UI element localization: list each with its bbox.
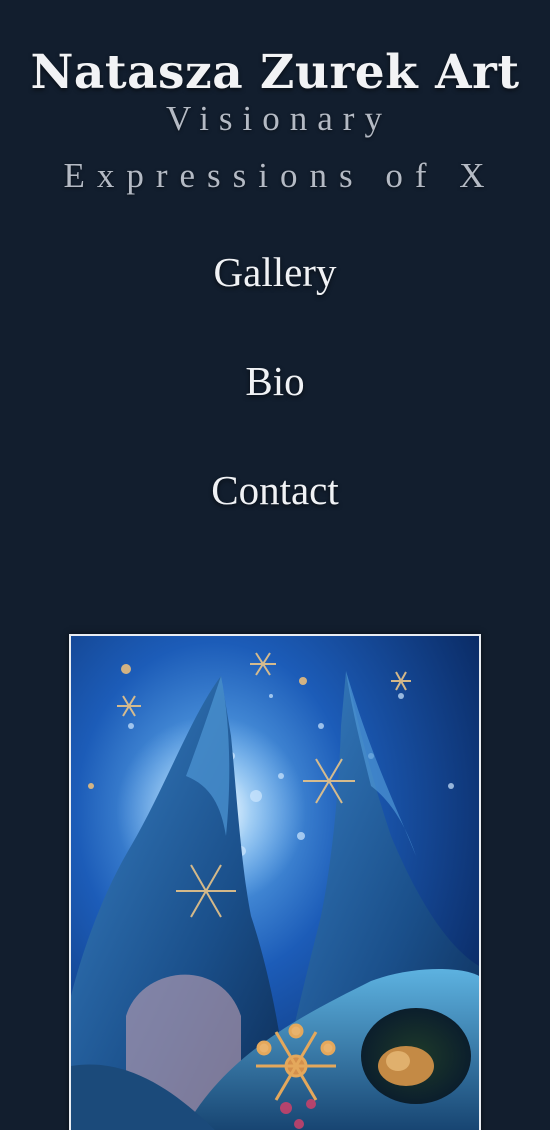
featured-painting[interactable] bbox=[69, 634, 481, 1130]
tagline-line-2: Expressions of X bbox=[63, 156, 497, 195]
nav-link-bio[interactable]: Bio bbox=[0, 353, 550, 409]
painting-image bbox=[71, 636, 479, 1130]
site-title[interactable]: Natasza Zurek Art bbox=[0, 41, 550, 105]
nav-link-contact[interactable]: Contact bbox=[0, 462, 550, 518]
tagline-line-1: Visionary bbox=[166, 99, 392, 138]
nav-link-gallery[interactable]: Gallery bbox=[0, 244, 550, 300]
